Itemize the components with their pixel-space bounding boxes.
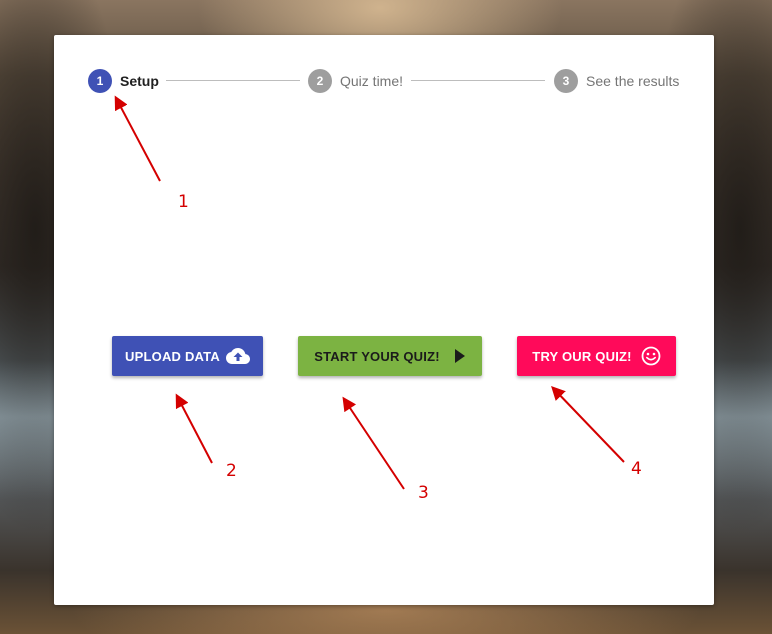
step-quiz-time[interactable]: 2 Quiz time! (308, 69, 403, 93)
step-connector (411, 80, 545, 81)
upload-data-button[interactable]: UPLOAD DATA (112, 336, 263, 376)
step-connector (166, 80, 300, 81)
start-your-quiz-button[interactable]: START YOUR QUIZ! (298, 336, 482, 376)
quiz-card: 1 Setup 2 Quiz time! 3 See the results U… (54, 35, 714, 605)
annotation-label: 3 (418, 483, 429, 503)
step-label: See the results (586, 73, 680, 89)
smiley-icon (641, 346, 661, 366)
step-see-results[interactable]: 3 See the results (554, 69, 679, 93)
annotation-label: 4 (631, 459, 642, 479)
try-our-quiz-label: TRY OUR QUIZ! (532, 348, 632, 364)
step-number-badge: 1 (88, 69, 112, 93)
annotation-label: 1 (178, 192, 189, 212)
upload-data-label: UPLOAD DATA (125, 348, 220, 364)
try-our-quiz-button[interactable]: TRY OUR QUIZ! (517, 336, 676, 376)
stepper: 1 Setup 2 Quiz time! 3 See the results (88, 69, 680, 93)
play-icon (454, 349, 466, 363)
step-label: Setup (120, 73, 159, 89)
cloud-upload-icon (225, 347, 250, 365)
annotation-label: 2 (226, 461, 237, 481)
step-number-badge: 3 (554, 69, 578, 93)
step-label: Quiz time! (340, 73, 404, 89)
start-your-quiz-label: START YOUR QUIZ! (314, 348, 440, 364)
step-number-badge: 2 (308, 69, 332, 93)
step-setup[interactable]: 1 Setup (88, 69, 159, 93)
